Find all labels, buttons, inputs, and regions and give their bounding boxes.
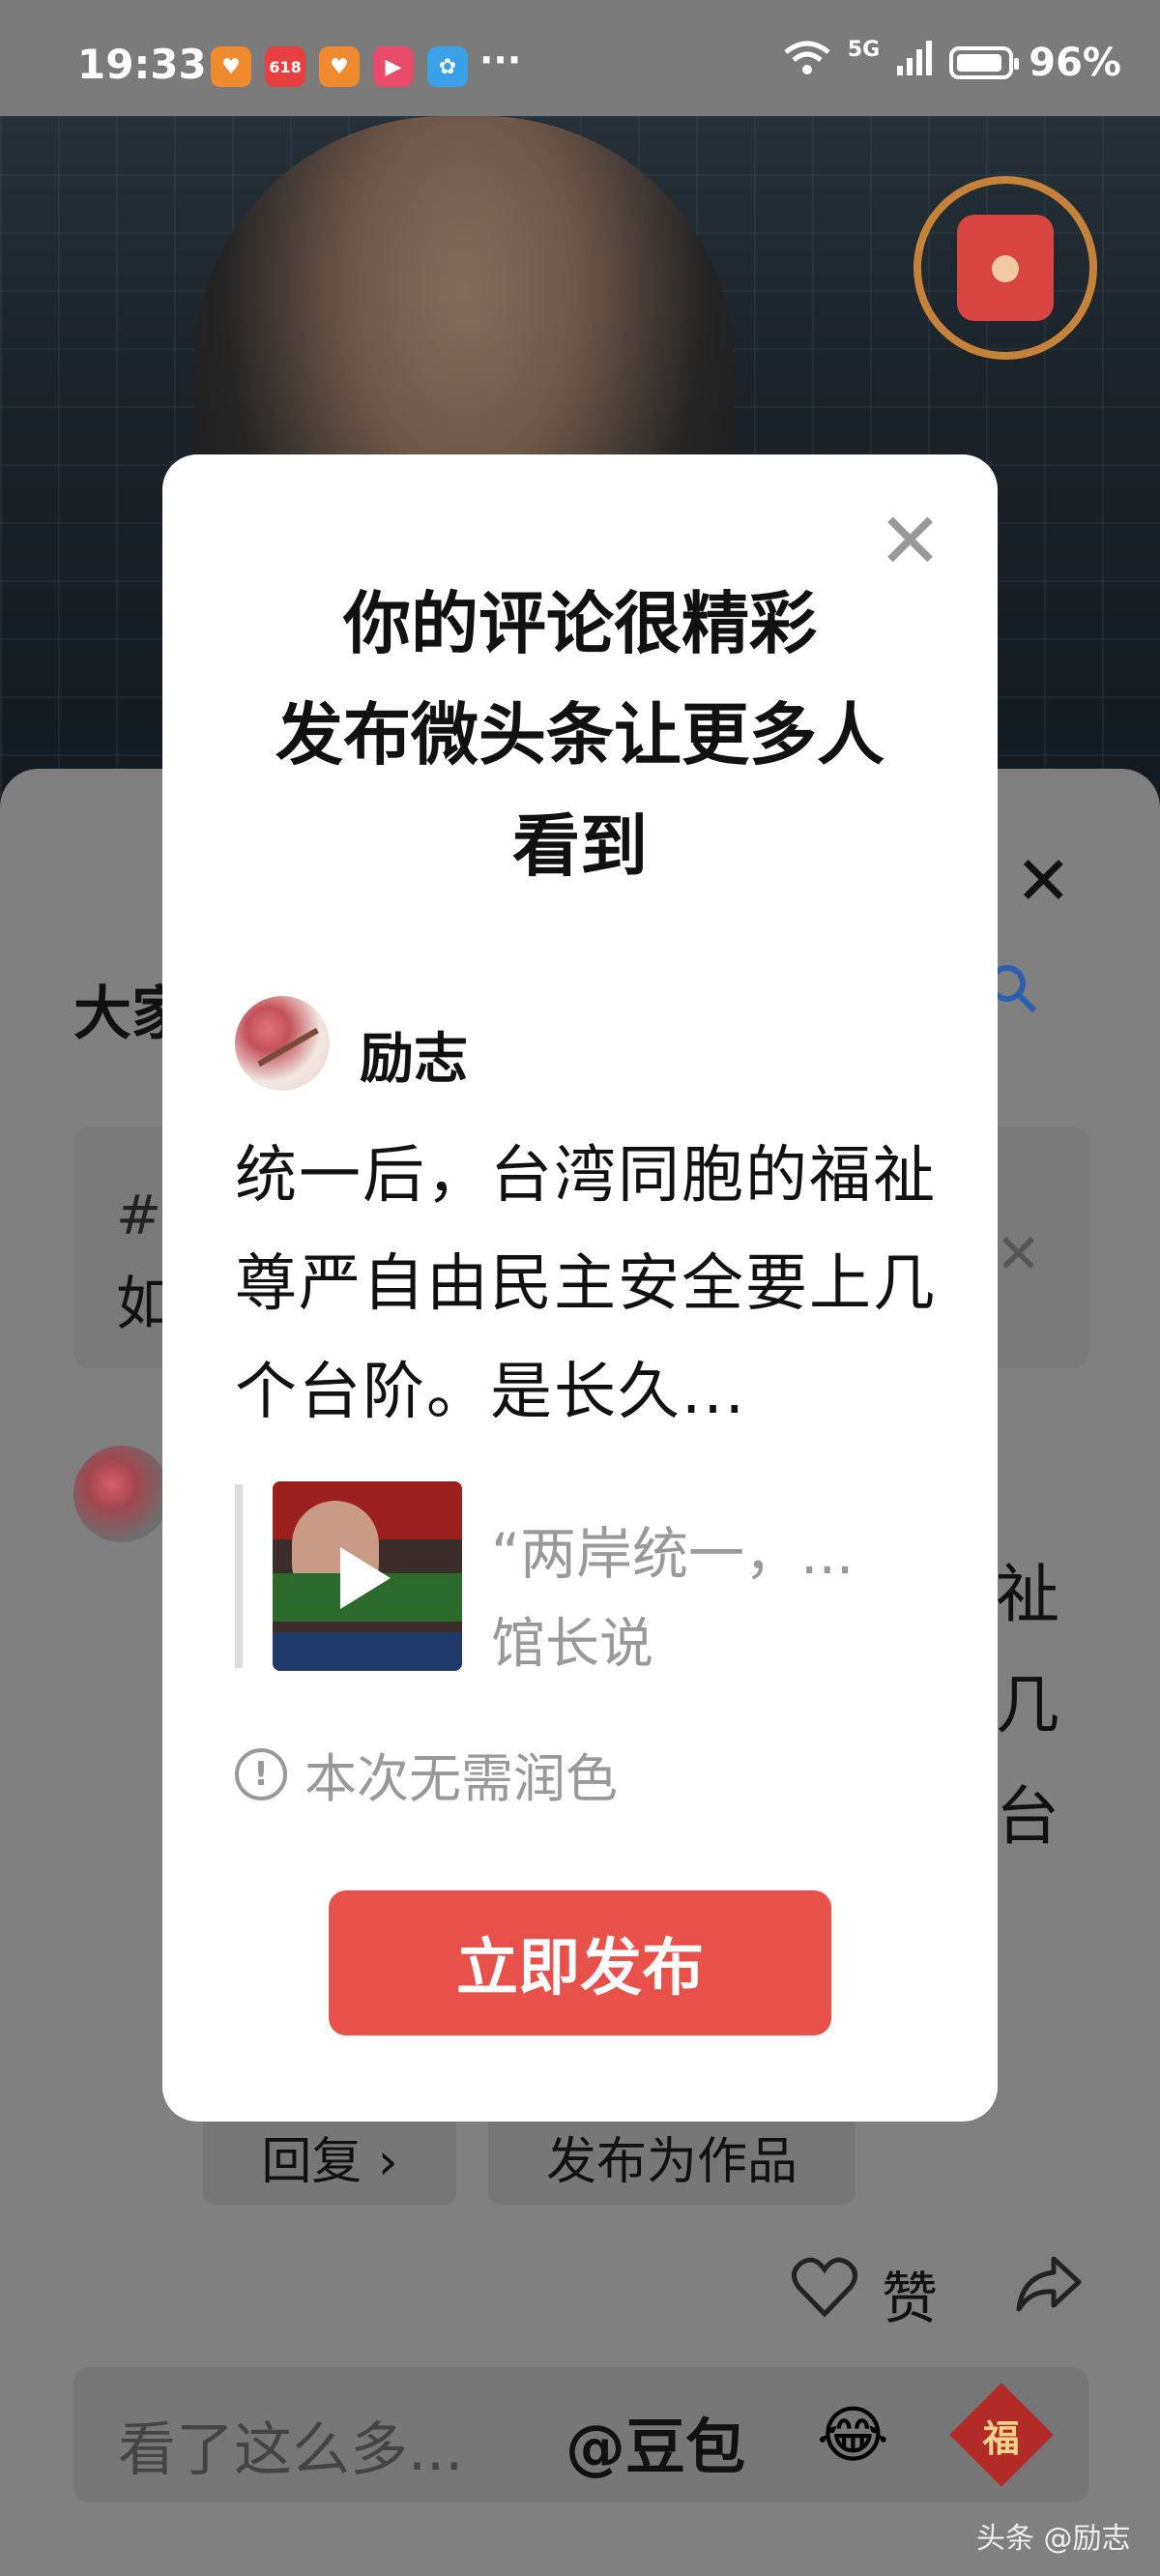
- like-label: 赞: [882, 2266, 939, 2331]
- pinwheel-app-icon: ✿: [427, 46, 468, 87]
- dismiss-topic-icon[interactable]: ✕: [996, 1223, 1041, 1286]
- dialog-title-line: 你的评论很精彩: [343, 584, 817, 663]
- emoji-icon[interactable]: 😂: [817, 2400, 889, 2472]
- watermark: 头条 @励志: [976, 2522, 1131, 2556]
- status-bar: 19:33 ♥ 618 ♥ ▶ ✿ ··· 5G 96%: [0, 0, 1160, 116]
- heart-app-icon: ♥: [319, 46, 360, 87]
- close-icon[interactable]: ✕: [1015, 841, 1072, 921]
- dialog-title-line: 看到: [512, 806, 648, 886]
- quote-divider: [235, 1484, 243, 1668]
- topic-hash-icon: #: [116, 1185, 161, 1247]
- red-packet-icon: [957, 215, 1054, 321]
- status-time: 19:33: [77, 41, 207, 88]
- heart-icon: [791, 2256, 858, 2331]
- avatar[interactable]: [73, 1446, 170, 1542]
- play-app-icon: ▶: [373, 46, 414, 87]
- dialog-title: 你的评论很精彩 发布微头条让更多人 看到: [162, 569, 998, 902]
- polish-note: ! 本次无需润色: [235, 1736, 618, 1812]
- author-name: 励志: [360, 1028, 468, 1091]
- author-avatar: [235, 996, 330, 1091]
- reply-button[interactable]: 回复 ›: [203, 2108, 456, 2205]
- more-notifications-icon: ···: [479, 39, 522, 81]
- info-icon: !: [235, 1747, 287, 1800]
- publish-as-work-button[interactable]: 发布为作品: [488, 2108, 856, 2205]
- quoted-title: “两岸统一，...: [491, 1521, 855, 1587]
- battery-icon: [949, 46, 1020, 79]
- polish-note-text: 本次无需润色: [304, 1748, 618, 1809]
- notification-icons: ♥ 618 ♥ ▶ ✿: [211, 46, 468, 87]
- quoted-video-thumbnail[interactable]: [273, 1481, 462, 1671]
- system-icons: 5G 96%: [782, 37, 1121, 87]
- network-type-label: 5G: [847, 37, 881, 62]
- battery-percent: 96%: [1029, 41, 1121, 85]
- comment-text-fragment: 几: [996, 1668, 1059, 1742]
- share-icon[interactable]: [1015, 2253, 1083, 2330]
- post-body: 统一后，台湾同胞的福祉尊严自由民主安全要上几个台阶。是长久...: [235, 1140, 937, 1428]
- play-icon: [340, 1547, 391, 1609]
- like-button[interactable]: 赞: [791, 2253, 938, 2334]
- 618-app-icon: 618: [265, 46, 305, 87]
- quoted-author: 馆长说: [491, 1613, 653, 1676]
- dialog-title-line: 发布微头条让更多人: [276, 695, 884, 775]
- signal-icon: [895, 39, 934, 87]
- comment-text-fragment: 台: [996, 1779, 1059, 1854]
- red-packet-timer-icon[interactable]: [914, 176, 1097, 360]
- heart-app-icon: ♥: [211, 46, 251, 87]
- comment-input-placeholder: 看了这么多...: [118, 2416, 464, 2484]
- mention-doubao-button[interactable]: @豆包: [566, 2398, 745, 2485]
- comment-text-fragment: 祉: [996, 1557, 1059, 1631]
- wifi-icon: [782, 39, 832, 87]
- publish-now-button[interactable]: 立即发布: [329, 1890, 831, 2035]
